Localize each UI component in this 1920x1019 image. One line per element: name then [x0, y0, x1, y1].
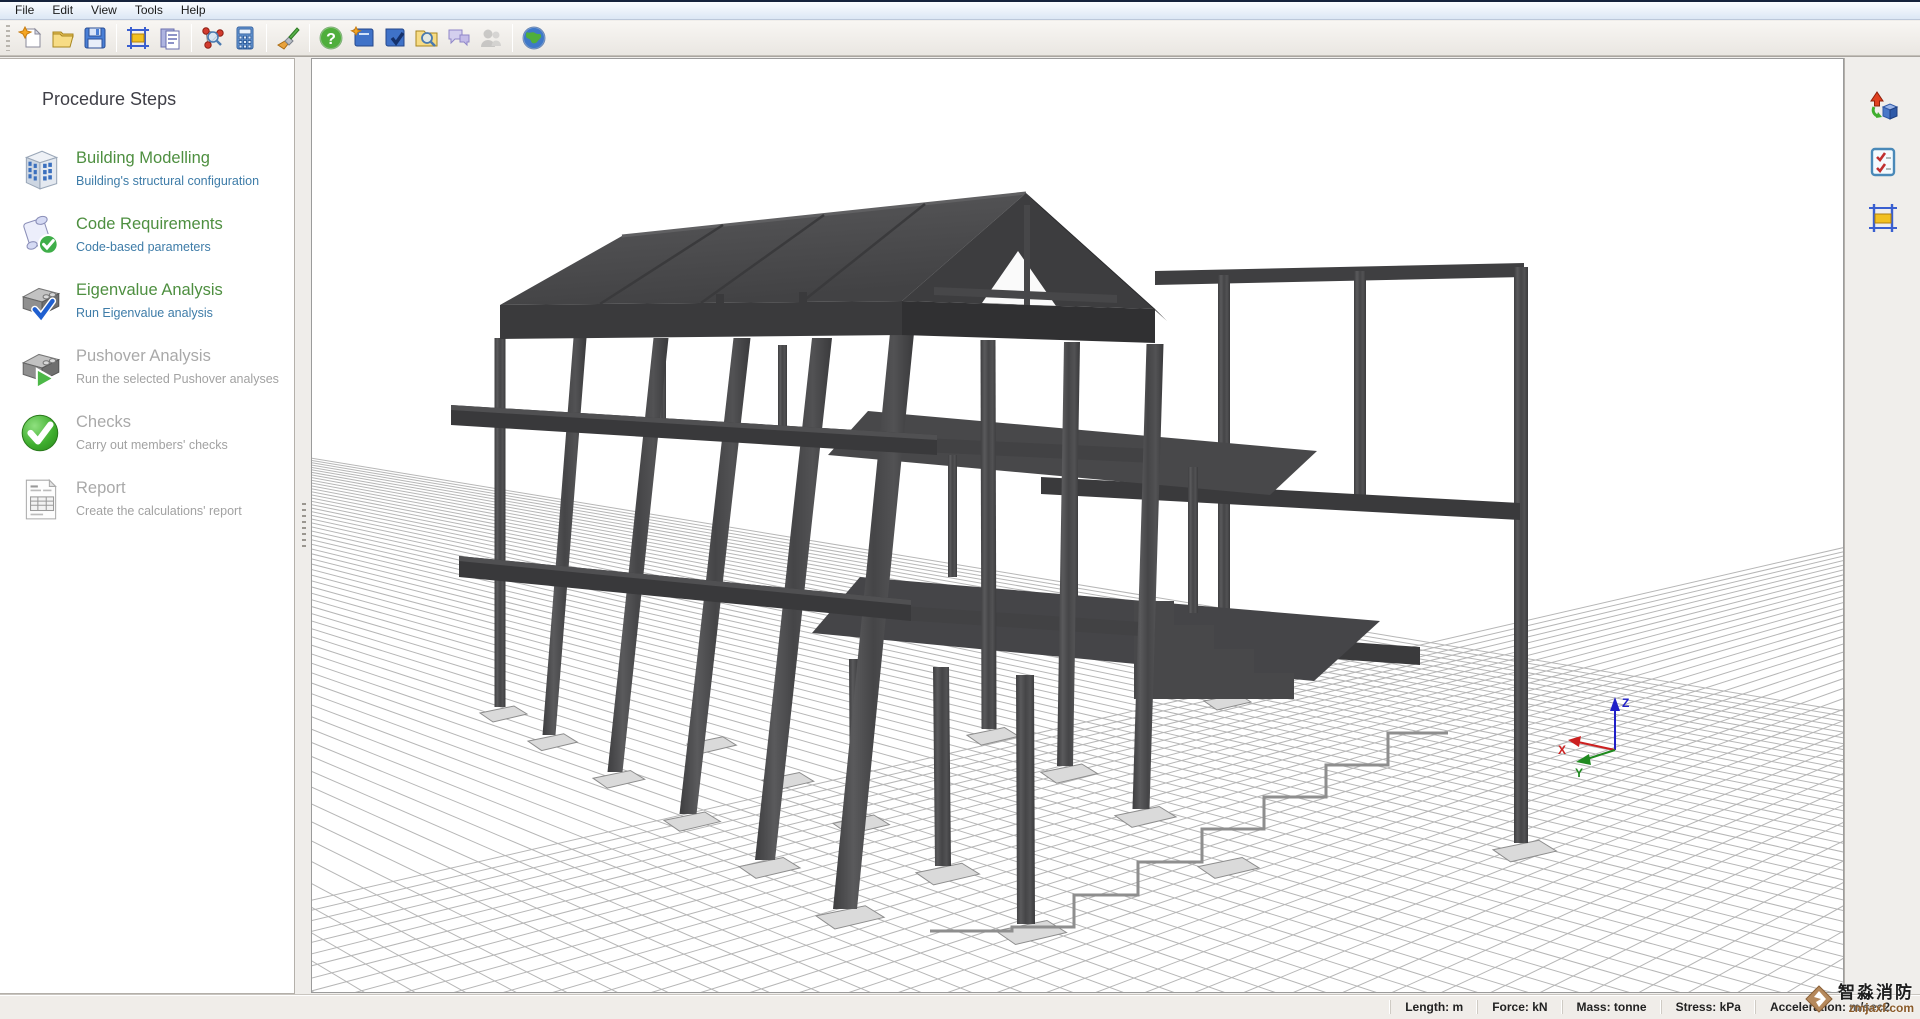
- report-preview-icon: [157, 25, 183, 51]
- step-title: Checks: [76, 410, 228, 432]
- step-subtitle: Building's structural configuration: [76, 174, 259, 189]
- status-force-unit: Force: kN: [1477, 1000, 1561, 1014]
- step-report[interactable]: Report Create the calculations' report: [14, 466, 294, 532]
- step-eigenvalue-analysis[interactable]: Eigenvalue Analysis Run Eigenvalue analy…: [14, 268, 294, 334]
- step-title: Report: [76, 476, 242, 498]
- step-building-modelling[interactable]: Building Modelling Building's structural…: [14, 136, 294, 202]
- report-preview-button[interactable]: [154, 23, 186, 53]
- model-3d-search-icon: [200, 25, 226, 51]
- menu-tools[interactable]: Tools: [126, 2, 172, 19]
- status-mass-unit: Mass: tonne: [1562, 1000, 1661, 1014]
- green-check-circle-icon: [18, 410, 64, 456]
- step-title: Pushover Analysis: [76, 344, 279, 366]
- active-checks-icon: [1867, 146, 1899, 178]
- website-button[interactable]: [518, 23, 550, 53]
- report-page-icon: [18, 476, 64, 522]
- menu-file[interactable]: File: [6, 2, 43, 19]
- sidebar-title: Procedure Steps: [42, 89, 294, 110]
- forum-bubbles-icon: [446, 25, 472, 51]
- help-icon: ?: [318, 25, 344, 51]
- user-icon: [478, 25, 504, 51]
- step-subtitle: Carry out members' checks: [76, 438, 228, 453]
- axis-y-label: Y: [1575, 766, 1583, 780]
- new-file-icon: [18, 25, 44, 51]
- svg-text:?: ?: [326, 31, 336, 48]
- storey-view-icon: [1867, 202, 1899, 234]
- status-stress-unit: Stress: kPa: [1661, 1000, 1755, 1014]
- status-bar: Length: m Force: kN Mass: tonne Stress: …: [0, 994, 1920, 1019]
- step-title: Eigenvalue Analysis: [76, 278, 223, 300]
- open-folder-icon: [50, 25, 76, 51]
- step-subtitle: Code-based parameters: [76, 240, 223, 255]
- search-folder-button[interactable]: [411, 23, 443, 53]
- sidebar-splitter[interactable]: [296, 58, 311, 994]
- toolbar-separator: [512, 24, 513, 52]
- new-file-button[interactable]: [15, 23, 47, 53]
- axis-x-label: X: [1558, 743, 1566, 757]
- storey-view-button[interactable]: [1861, 198, 1905, 238]
- brush-icon: [275, 25, 301, 51]
- toolbar-separator: [116, 24, 117, 52]
- step-subtitle: Run the selected Pushover analyses: [76, 372, 279, 387]
- save-icon: [82, 25, 108, 51]
- open-project-button[interactable]: [47, 23, 79, 53]
- menu-help[interactable]: Help: [172, 2, 215, 19]
- storey-frame-button[interactable]: [122, 23, 154, 53]
- step-code-requirements[interactable]: Code Requirements Code-based parameters: [14, 202, 294, 268]
- splitter-grip: [302, 503, 306, 549]
- manual-book-icon: [350, 25, 376, 51]
- 3d-viewport[interactable]: Z X Y: [311, 58, 1844, 993]
- user-account-button[interactable]: [475, 23, 507, 53]
- application-window: File Edit View Tools Help: [0, 0, 1920, 1019]
- step-pushover-analysis[interactable]: Pushover Analysis Run the selected Pusho…: [14, 334, 294, 400]
- analysis-box-play-icon: [18, 344, 64, 390]
- step-title: Code Requirements: [76, 212, 223, 234]
- main-region: Procedure Steps Building Modelling Build…: [0, 56, 1920, 994]
- search-folder-icon: [414, 25, 440, 51]
- globe-icon: [521, 25, 547, 51]
- calculator-icon: [232, 25, 258, 51]
- help-button[interactable]: ?: [315, 23, 347, 53]
- toolbar-separator: [309, 24, 310, 52]
- menu-bar: File Edit View Tools Help: [0, 2, 1920, 20]
- building-icon: [18, 146, 64, 192]
- toolbar-separator: [266, 24, 267, 52]
- main-toolbar: ?: [0, 21, 1920, 56]
- code-scroll-check-icon: [18, 212, 64, 258]
- verification-book-button[interactable]: [379, 23, 411, 53]
- status-length-unit: Length: m: [1390, 1000, 1477, 1014]
- step-subtitle: Run Eigenvalue analysis: [76, 306, 223, 321]
- step-title: Building Modelling: [76, 146, 259, 168]
- step-checks[interactable]: Checks Carry out members' checks: [14, 400, 294, 466]
- step-subtitle: Create the calculations' report: [76, 504, 242, 519]
- procedure-steps-list: Building Modelling Building's structural…: [14, 136, 294, 532]
- right-toolbar: [1844, 58, 1920, 994]
- 3d-scene-canvas: Z X Y: [312, 59, 1843, 993]
- brush-button[interactable]: [272, 23, 304, 53]
- active-checks-button[interactable]: [1861, 142, 1905, 182]
- verification-book-icon: [382, 25, 408, 51]
- display-options-button[interactable]: [1861, 86, 1905, 126]
- menu-view[interactable]: View: [82, 2, 126, 19]
- calculator-button[interactable]: [229, 23, 261, 53]
- menu-edit[interactable]: Edit: [43, 2, 82, 19]
- analysis-box-check-icon: [18, 278, 64, 324]
- display-options-icon: [1867, 90, 1899, 122]
- forum-button[interactable]: [443, 23, 475, 53]
- axis-z-label: Z: [1622, 696, 1629, 710]
- manual-book-button[interactable]: [347, 23, 379, 53]
- model-view-button[interactable]: [197, 23, 229, 53]
- status-acceleration-unit: Acceleration: m/sec2: [1755, 1000, 1904, 1014]
- procedure-sidebar: Procedure Steps Building Modelling Build…: [0, 58, 295, 994]
- save-button[interactable]: [79, 23, 111, 53]
- storey-frame-icon: [125, 25, 151, 51]
- toolbar-separator: [191, 24, 192, 52]
